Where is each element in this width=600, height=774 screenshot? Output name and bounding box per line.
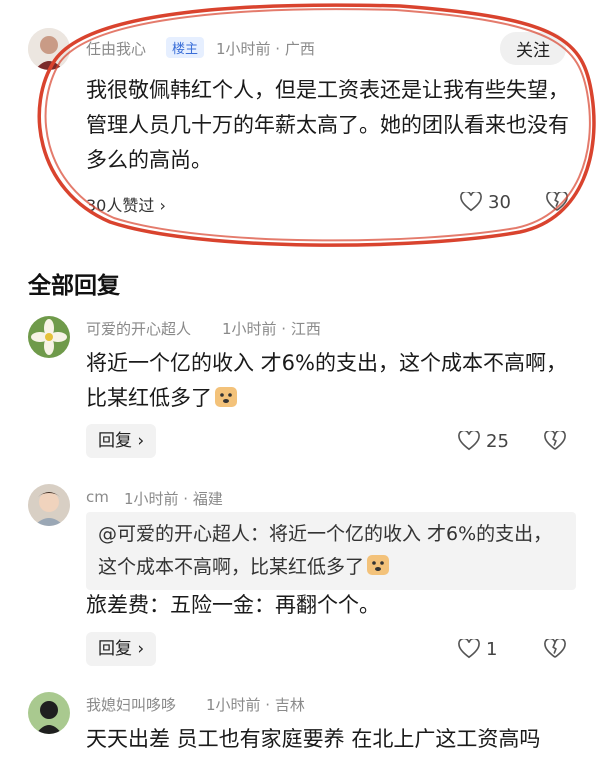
reply-author[interactable]: 可爱的开心超人 <box>86 318 191 339</box>
reply-text: 天天出差 员工也有家庭要养 在北上广这工资高吗 <box>86 727 541 751</box>
reply-button[interactable]: 回复 › <box>86 632 157 666</box>
reply-author[interactable]: cm <box>86 488 109 506</box>
avatar[interactable] <box>28 316 70 358</box>
section-title: 全部回复 <box>28 273 120 299</box>
reply-button[interactable]: 回复 › <box>86 424 157 458</box>
doge-emoji-icon <box>366 554 390 576</box>
reply-text: 将近一个亿的收入 才6%的支出，这个成本不高啊，比某红低多了 <box>86 351 567 410</box>
avatar[interactable] <box>28 692 70 734</box>
broken-heart-icon[interactable] <box>544 431 566 451</box>
like-count: 1 <box>486 639 498 660</box>
doge-emoji-icon <box>214 384 238 407</box>
quoted-reply: @可爱的开心超人：将近一个亿的收入 才6%的支出，这个成本不高啊，比某红低多了 <box>86 512 576 590</box>
broken-heart-icon[interactable] <box>544 639 566 659</box>
reply-meta: 1小时前 · 福建 <box>124 490 223 508</box>
reply-meta: 1小时前 · 江西 <box>222 320 321 338</box>
avatar[interactable] <box>28 484 70 526</box>
reply-author[interactable]: 我媳妇叫哆哆 <box>86 694 176 715</box>
heart-icon[interactable] <box>458 639 480 659</box>
like-count: 25 <box>486 431 509 452</box>
heart-icon[interactable] <box>458 431 480 451</box>
reply-meta: 1小时前 · 吉林 <box>206 696 305 714</box>
annotation-ellipse <box>37 3 596 247</box>
reply-text: 旅差费：五险一金：再翻个个。 <box>86 593 380 617</box>
